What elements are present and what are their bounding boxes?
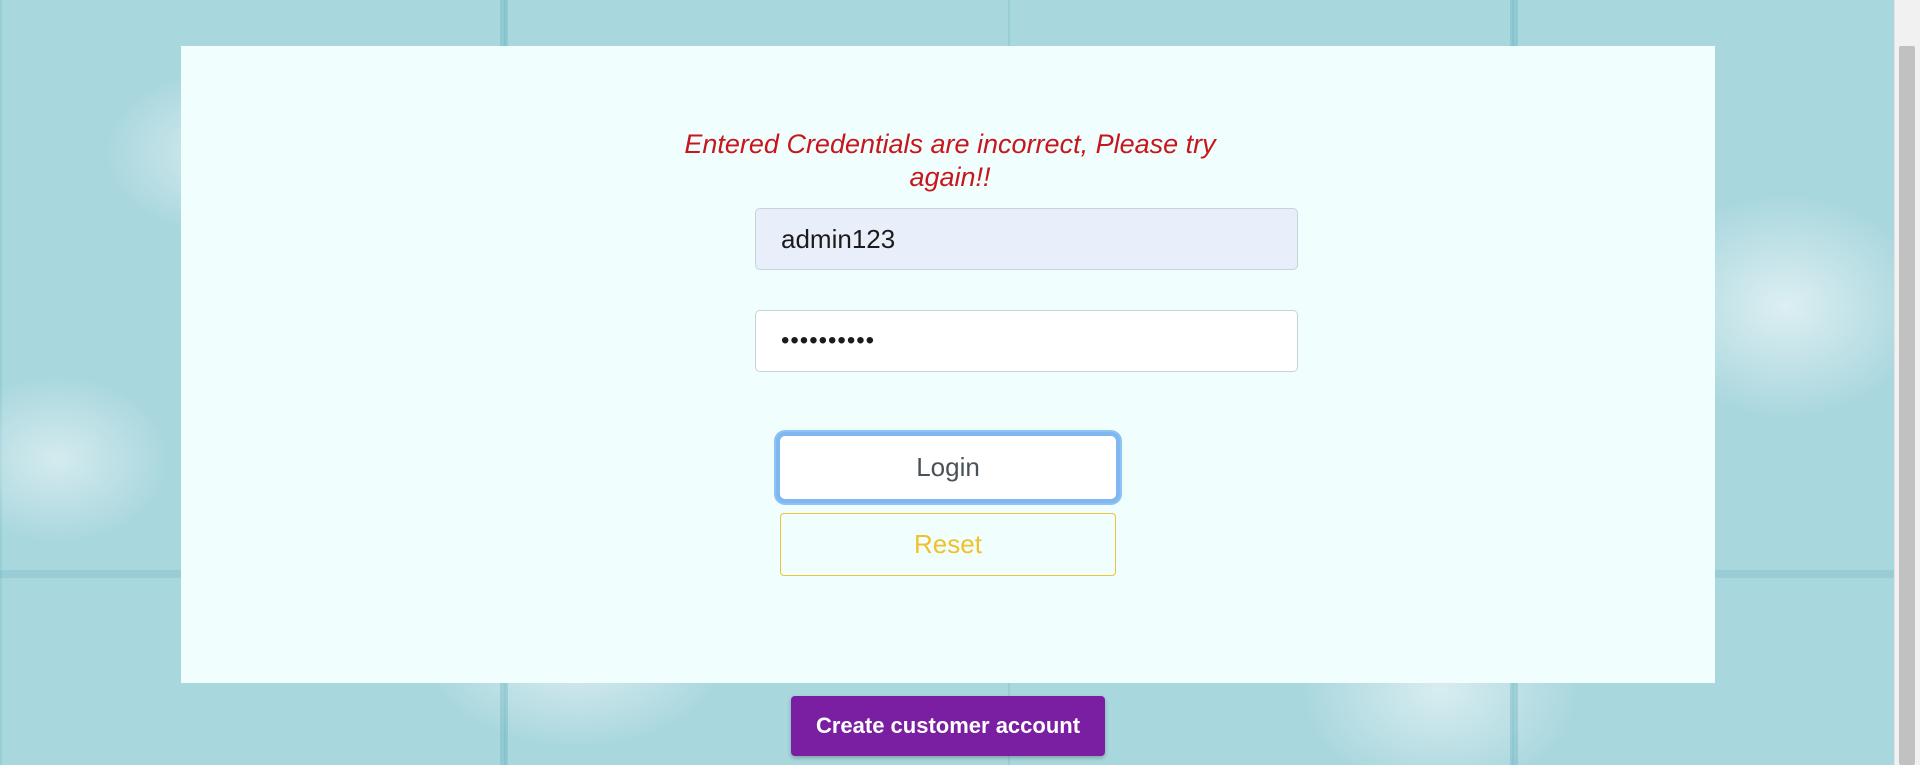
username-input[interactable]: admin123 — [755, 208, 1298, 270]
reset-button[interactable]: Reset — [780, 513, 1116, 576]
error-message: Entered Credentials are incorrect, Pleas… — [684, 129, 1216, 192]
password-input[interactable]: •••••••••• — [755, 310, 1298, 372]
create-account-button[interactable]: Create customer account — [791, 696, 1105, 756]
page-scrollbar[interactable] — [1894, 0, 1920, 765]
scrollbar-thumb[interactable] — [1899, 46, 1915, 765]
login-button[interactable]: Login — [776, 432, 1120, 503]
